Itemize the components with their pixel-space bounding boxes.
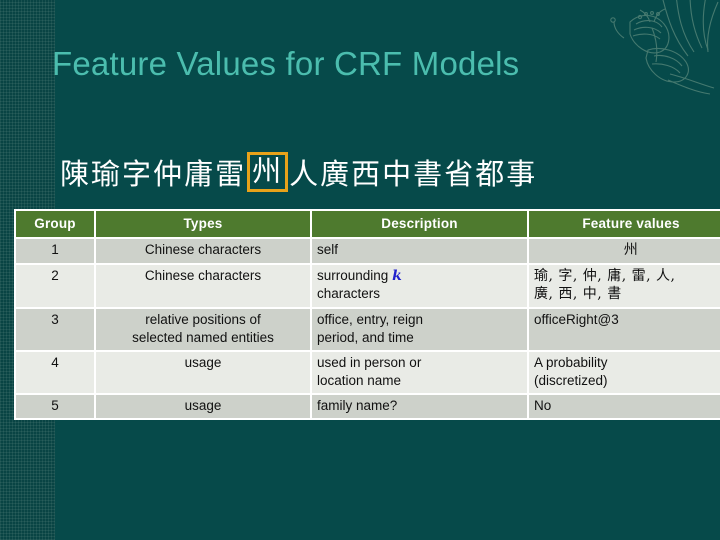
table-row: 5 usage family name? No — [16, 394, 720, 418]
slide-canvas: Feature Values for CRF Models 陳 瑜 字 仲 庸 … — [0, 0, 720, 540]
types-line-1: relative positions of — [145, 311, 261, 327]
cell-group: 2 — [16, 264, 94, 307]
description-text-line2: characters — [317, 286, 381, 302]
cell-group: 1 — [16, 239, 94, 263]
table-row: 2 Chinese characters surrounding k chara… — [16, 264, 720, 307]
sentence-char: 陳 — [60, 157, 92, 191]
sentence-char: 都 — [475, 157, 507, 191]
variable-k: k — [392, 267, 402, 284]
example-sentence: 陳 瑜 字 仲 庸 雷 州 人 廣 西 中 書 省 都 事 — [60, 147, 537, 197]
sentence-char: 西 — [351, 157, 383, 191]
cell-types: relative positions of selected named ent… — [96, 308, 310, 350]
sentence-char: 雷 — [215, 157, 247, 191]
column-header-feature-values: Feature values — [529, 211, 720, 237]
cell-types: usage — [96, 394, 310, 418]
table-row: 1 Chinese characters self 州 — [16, 239, 720, 263]
cell-group: 3 — [16, 308, 94, 350]
table-header-row: Group Types Description Feature values — [16, 211, 720, 237]
table-row: 3 relative positions of selected named e… — [16, 308, 720, 350]
column-header-group: Group — [16, 211, 94, 237]
cell-group: 4 — [16, 351, 94, 393]
sentence-char: 字 — [122, 157, 154, 191]
column-header-types: Types — [96, 211, 310, 237]
cell-feature-values: officeRight@3 — [529, 308, 720, 350]
sentence-char: 省 — [444, 157, 476, 191]
values-line-1: 瑜, 字, 仲, 庸, 雷, 人, — [534, 267, 676, 284]
cell-feature-values: A probability (discretized) — [529, 351, 720, 393]
cell-types: usage — [96, 351, 310, 393]
cell-feature-values: 瑜, 字, 仲, 庸, 雷, 人, 廣, 西, 中, 書 — [529, 264, 720, 307]
sentence-char: 瑜 — [91, 157, 123, 191]
cell-description: surrounding k characters — [312, 264, 527, 307]
values-line-1: A probability — [534, 354, 608, 370]
highlighted-character-box: 州 — [247, 152, 289, 192]
table-row: 4 usage used in person or location name … — [16, 351, 720, 393]
page-title: Feature Values for CRF Models — [52, 45, 520, 82]
cell-feature-values: No — [529, 394, 720, 418]
sentence-char: 人 — [289, 157, 321, 191]
sentence-char: 事 — [506, 157, 538, 191]
description-line-2: location name — [317, 372, 402, 388]
cell-description: office, entry, reign period, and time — [312, 308, 527, 350]
sentence-char: 庸 — [184, 157, 216, 191]
description-text: surrounding — [317, 267, 393, 283]
sentence-char: 中 — [382, 157, 414, 191]
description-line-1: used in person or — [317, 354, 422, 370]
description-line-1: office, entry, reign — [317, 311, 424, 327]
cell-description: self — [312, 239, 527, 263]
types-line-2: selected named entities — [132, 329, 274, 345]
column-header-description: Description — [312, 211, 527, 237]
feature-values-table: Group Types Description Feature values 1… — [14, 209, 720, 420]
values-line-2: 廣, 西, 中, 書 — [534, 286, 622, 303]
sentence-char: 書 — [413, 157, 445, 191]
cell-types: Chinese characters — [96, 239, 310, 263]
description-line-2: period, and time — [317, 329, 414, 345]
values-line-2: (discretized) — [534, 372, 608, 388]
cell-types: Chinese characters — [96, 264, 310, 307]
sentence-char: 仲 — [153, 157, 185, 191]
cell-description: used in person or location name — [312, 351, 527, 393]
cell-feature-values: 州 — [529, 239, 720, 263]
cell-group: 5 — [16, 394, 94, 418]
sentence-char: 廣 — [320, 157, 352, 191]
cell-description: family name? — [312, 394, 527, 418]
